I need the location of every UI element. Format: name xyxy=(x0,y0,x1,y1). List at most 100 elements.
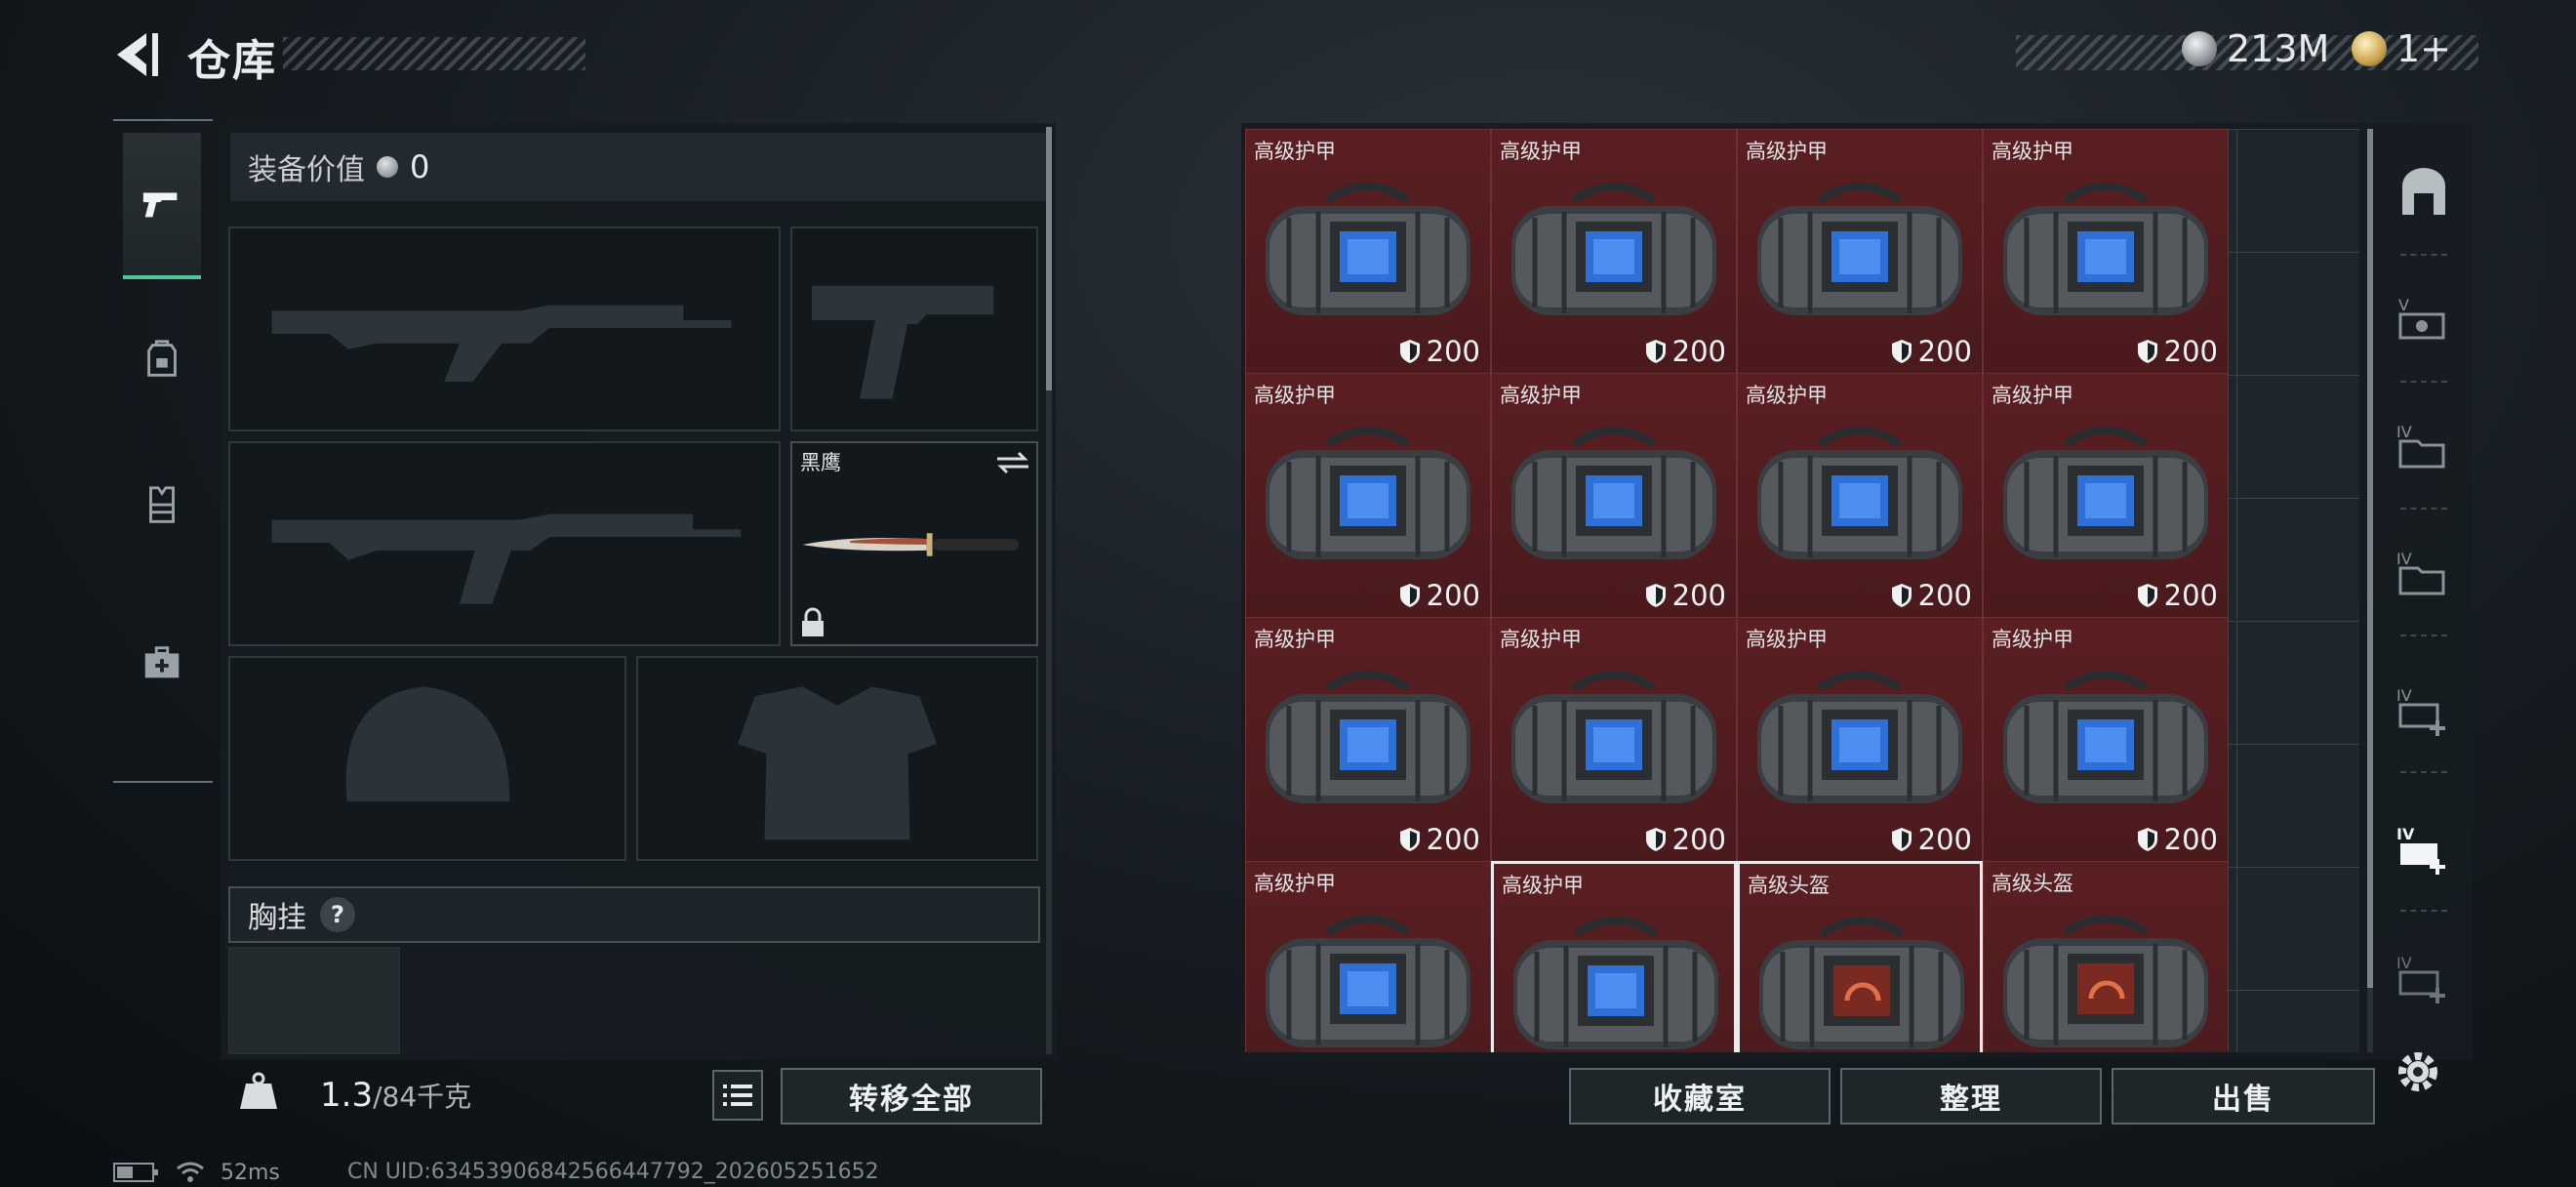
storage-item[interactable]: 高级护甲 200 xyxy=(1491,617,1737,863)
armor-case-icon xyxy=(1266,183,1470,315)
item-armor-value: 200 xyxy=(1399,579,1480,612)
item-armor-value: 200 xyxy=(1645,335,1726,368)
storage-item[interactable]: 高级护甲 200 xyxy=(1983,129,2229,375)
storage-item[interactable]: 高级护甲 xyxy=(1245,861,1491,1052)
storage-grid: 高级护甲 200 高级护甲 200 高级护甲 200 高级护甲 200 高级护甲 200 高级护甲 2… xyxy=(1245,129,2359,1052)
carry-weight: 1.3/84千克 xyxy=(320,1076,471,1115)
back-arrow-icon xyxy=(117,33,158,76)
armor-case-icon xyxy=(1266,915,1470,1047)
chest-rig-slot[interactable] xyxy=(228,947,400,1054)
storage-item[interactable]: 高级护甲 xyxy=(1491,861,1737,1052)
item-armor-value: 200 xyxy=(1891,579,1972,612)
storage-sidebar: V IV IV IV IV IV xyxy=(2383,129,2465,1052)
armor-case-icon xyxy=(2003,183,2208,315)
storage-item[interactable]: 高级护甲 200 xyxy=(1983,373,2229,619)
settings-gear-icon[interactable] xyxy=(2391,1044,2445,1099)
storage-iv-icon[interactable]: IV xyxy=(2395,418,2453,476)
storage-item[interactable]: 高级护甲 200 xyxy=(1245,129,1491,375)
armor-value-text: 200 xyxy=(1671,579,1726,612)
pistol-silhouette-icon xyxy=(812,285,994,399)
item-armor-value: 200 xyxy=(1645,823,1726,856)
secondary-weapon-slot[interactable] xyxy=(228,441,781,646)
armor-value-text: 200 xyxy=(2163,335,2218,368)
armor-shield-icon xyxy=(2137,584,2157,607)
stash-icon[interactable] xyxy=(2395,164,2453,223)
storage-iv-add-icon[interactable]: IV xyxy=(2395,820,2453,879)
armor-case-icon xyxy=(1757,183,1962,315)
ping-value: 52ms xyxy=(221,1160,280,1185)
armor-case-icon xyxy=(2003,427,2208,559)
currency-silver[interactable]: 213M xyxy=(2182,27,2329,70)
list-icon xyxy=(723,1085,752,1106)
armor-case-icon xyxy=(1266,671,1470,803)
item-name: 高级头盔 xyxy=(1992,872,2073,895)
armor-shield-icon xyxy=(1645,584,1666,607)
tab-vest[interactable] xyxy=(123,431,201,578)
armor-shield-icon xyxy=(1399,584,1420,607)
storage-item[interactable]: 高级护甲 200 xyxy=(1491,373,1737,619)
item-name: 高级护甲 xyxy=(1502,874,1584,897)
armor-silhouette-icon xyxy=(737,686,938,840)
body-armor-slot[interactable] xyxy=(636,656,1038,861)
rifle-silhouette-icon xyxy=(271,513,742,604)
storage-iv-icon[interactable]: IV xyxy=(2395,545,2453,603)
storage-scrollbar-thumb[interactable] xyxy=(2367,129,2373,988)
storage-iv-add-icon[interactable]: IV xyxy=(2395,681,2453,740)
page-title: 仓库 xyxy=(187,36,277,86)
item-armor-value: 200 xyxy=(2137,579,2218,612)
tab-medical[interactable] xyxy=(123,590,201,736)
storage-iv-add-icon[interactable]: IV xyxy=(2395,949,2453,1007)
item-name: 高级护甲 xyxy=(1254,872,1336,895)
storage-item[interactable]: 高级护甲 200 xyxy=(1737,129,1983,375)
item-name: 高级护甲 xyxy=(1746,384,1828,407)
armor-value-text: 200 xyxy=(1917,823,1972,856)
storage-item[interactable]: 高级护甲 200 xyxy=(1737,373,1983,619)
equipment-value: 0 xyxy=(410,148,430,185)
storage-item[interactable]: 高级头盔 xyxy=(1737,861,1983,1052)
organize-button[interactable]: 整理 xyxy=(1840,1068,2102,1125)
swap-icon[interactable] xyxy=(995,449,1030,476)
item-name: 高级护甲 xyxy=(1746,628,1828,651)
armor-shield-icon xyxy=(1891,584,1912,607)
storage-item[interactable]: 高级护甲 200 xyxy=(1491,129,1737,375)
primary-weapon-slot[interactable] xyxy=(228,226,781,431)
armor-case-icon xyxy=(1511,671,1716,803)
armor-value-text: 200 xyxy=(2163,579,2218,612)
equipment-value-label: 装备价值 xyxy=(248,153,365,187)
tab-weapons[interactable] xyxy=(123,133,201,279)
back-button[interactable] xyxy=(109,27,164,82)
item-armor-value: 200 xyxy=(1891,823,1972,856)
storage-item[interactable]: 高级头盔 xyxy=(1983,861,2229,1052)
storage-v-icon[interactable]: V xyxy=(2395,291,2453,349)
help-icon[interactable]: ? xyxy=(320,897,355,932)
rifle-silhouette-icon xyxy=(271,305,732,382)
currency-gold[interactable]: 1+ xyxy=(2352,27,2451,70)
equipment-scrollbar-thumb[interactable] xyxy=(1046,127,1052,390)
silver-coin-icon xyxy=(377,156,398,178)
lock-icon xyxy=(802,607,824,636)
collection-room-button[interactable]: 收藏室 xyxy=(1569,1068,1831,1125)
svg-text:IV: IV xyxy=(2396,825,2415,843)
armor-value-text: 200 xyxy=(1917,579,1972,612)
storage-item[interactable]: 高级护甲 200 xyxy=(1983,617,2229,863)
gold-coin-icon xyxy=(2352,31,2387,66)
title-decoration xyxy=(283,37,585,70)
armor-case-icon xyxy=(1511,183,1716,315)
pistol-slot[interactable] xyxy=(790,226,1038,431)
storage-item[interactable]: 高级护甲 200 xyxy=(1245,617,1491,863)
armor-value-text: 200 xyxy=(1426,579,1480,612)
transfer-all-button[interactable]: 转移全部 xyxy=(781,1068,1042,1125)
storage-item[interactable]: 高级护甲 200 xyxy=(1245,373,1491,619)
armor-value-text: 200 xyxy=(1426,823,1480,856)
helmet-slot[interactable] xyxy=(228,656,626,861)
divider xyxy=(2400,634,2447,636)
storage-item[interactable]: 高级护甲 200 xyxy=(1737,617,1983,863)
sell-button[interactable]: 出售 xyxy=(2112,1068,2375,1125)
helmet-case-icon xyxy=(1759,917,1964,1049)
tab-backpack[interactable] xyxy=(123,285,201,431)
item-name: 高级护甲 xyxy=(1992,140,2073,163)
list-view-button[interactable] xyxy=(712,1070,763,1121)
item-name: 高级护甲 xyxy=(1746,140,1828,163)
armor-value-text: 200 xyxy=(1917,335,1972,368)
melee-slot[interactable]: 黑鹰 xyxy=(790,441,1038,646)
